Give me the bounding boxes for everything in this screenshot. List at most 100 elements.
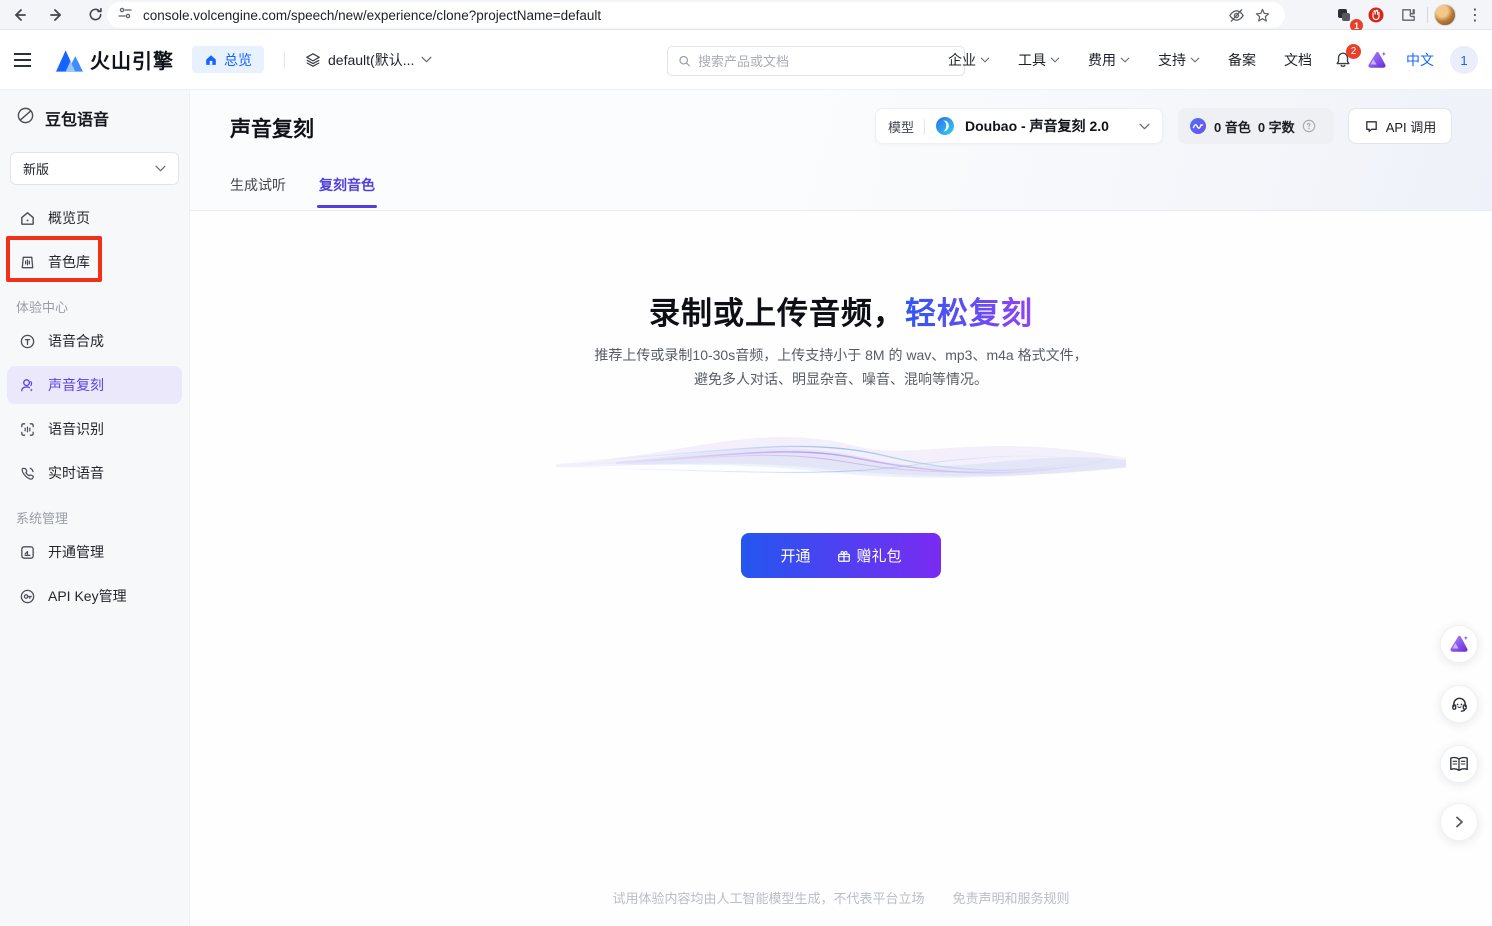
version-value: 新版 bbox=[23, 159, 49, 178]
sidebar-item-voice-clone[interactable]: 声音复刻 bbox=[7, 366, 182, 404]
model-selector-label: 模型 bbox=[888, 117, 914, 136]
bookmark-star-icon[interactable] bbox=[1249, 2, 1275, 28]
voice-clone-icon bbox=[18, 376, 36, 394]
url-text[interactable]: console.volcengine.com/speech/new/experi… bbox=[143, 8, 1223, 23]
divider bbox=[1427, 7, 1428, 23]
quota-wave-icon bbox=[1189, 117, 1207, 135]
menu-tools[interactable]: 工具 bbox=[1008, 50, 1070, 70]
menu-label: 备案 bbox=[1228, 50, 1256, 70]
hero-description-line1: 推荐上传或录制10-30s音频，上传支持小于 8M 的 wav、mp3、m4a … bbox=[190, 345, 1492, 365]
adblock-icon[interactable] bbox=[1363, 2, 1389, 28]
notification-badge: 2 bbox=[1346, 44, 1361, 59]
user-avatar[interactable]: 1 bbox=[1450, 46, 1478, 74]
floating-collapse-button[interactable] bbox=[1440, 803, 1478, 841]
app-top-navigation: 火山引擎 总览 default(默认... 企业 工具 费 bbox=[0, 30, 1492, 90]
volcengine-logo[interactable]: 火山引擎 bbox=[56, 45, 174, 74]
chevron-down-icon bbox=[1120, 57, 1130, 63]
hero-title: 录制或上传音频，轻松复刻 bbox=[190, 288, 1492, 333]
menu-support[interactable]: 支持 bbox=[1148, 50, 1210, 70]
model-selector[interactable]: 模型 Doubao - 声音复刻 2.0 bbox=[875, 108, 1163, 144]
sidebar-item-label: 实时语音 bbox=[48, 463, 104, 483]
voice-library-icon bbox=[18, 253, 36, 271]
menu-filing[interactable]: 备案 bbox=[1218, 50, 1266, 70]
sidebar-section-system: 系统管理 bbox=[16, 508, 189, 527]
menu-billing[interactable]: 费用 bbox=[1078, 50, 1140, 70]
chevron-down-icon bbox=[1190, 57, 1200, 63]
api-call-label: API 调用 bbox=[1386, 117, 1437, 136]
sidebar-item-label: 开通管理 bbox=[48, 542, 104, 562]
version-selector[interactable]: 新版 bbox=[10, 152, 179, 185]
ai-assistant-icon[interactable] bbox=[1364, 47, 1390, 73]
sidebar: 豆包语音 新版 概览页 音色库 体验中心 语音合成 bbox=[0, 90, 190, 926]
menu-enterprise[interactable]: 企业 bbox=[938, 50, 1000, 70]
doubao-voice-icon bbox=[16, 106, 35, 130]
chevron-down-icon bbox=[421, 56, 432, 63]
overview-button[interactable]: 总览 bbox=[192, 46, 264, 73]
sidebar-item-activation-management[interactable]: 开通管理 bbox=[7, 533, 182, 571]
browser-address-bar[interactable]: console.volcengine.com/speech/new/experi… bbox=[107, 2, 1285, 28]
sidebar-item-realtime-voice[interactable]: 实时语音 bbox=[7, 454, 182, 492]
home-icon bbox=[18, 209, 36, 227]
api-chat-icon bbox=[1364, 119, 1379, 134]
browser-profile-avatar[interactable] bbox=[1434, 4, 1456, 26]
activate-label: 开通 bbox=[780, 545, 810, 566]
language-switcher[interactable]: 中文 bbox=[1398, 50, 1442, 70]
sidebar-item-label: API Key管理 bbox=[48, 586, 127, 606]
activate-button[interactable]: 开通 赠礼包 bbox=[741, 533, 941, 578]
home-icon bbox=[204, 53, 218, 67]
menu-label: 支持 bbox=[1158, 50, 1186, 70]
floating-support-button[interactable] bbox=[1440, 685, 1478, 723]
eye-hidden-icon[interactable] bbox=[1223, 2, 1249, 28]
divider bbox=[284, 51, 285, 69]
sidebar-item-speech-recognition[interactable]: 语音识别 bbox=[7, 410, 182, 448]
tab-generate-preview[interactable]: 生成试听 bbox=[230, 175, 286, 208]
menu-label: 企业 bbox=[948, 50, 976, 70]
realtime-voice-icon bbox=[18, 464, 36, 482]
divider bbox=[190, 210, 1492, 211]
search-box[interactable] bbox=[667, 46, 965, 76]
site-settings-icon[interactable] bbox=[117, 5, 133, 26]
search-input[interactable] bbox=[698, 54, 954, 69]
api-key-icon bbox=[18, 587, 36, 605]
project-selector[interactable]: default(默认... bbox=[305, 50, 432, 70]
browser-forward-icon[interactable] bbox=[44, 2, 70, 28]
sidebar-item-overview[interactable]: 概览页 bbox=[7, 199, 182, 237]
gift-label: 赠礼包 bbox=[857, 545, 902, 566]
sidebar-section-experience: 体验中心 bbox=[16, 297, 189, 316]
volcengine-mountain-icon bbox=[56, 48, 83, 72]
tab-clone-voice[interactable]: 复刻音色 bbox=[319, 175, 375, 208]
screen: console.volcengine.com/speech/new/experi… bbox=[0, 0, 1492, 926]
api-call-button[interactable]: API 调用 bbox=[1348, 108, 1452, 144]
browser-toolbar: console.volcengine.com/speech/new/experi… bbox=[0, 0, 1492, 30]
footer-terms-link[interactable]: 免责声明和服务规则 bbox=[953, 891, 1070, 906]
floating-ai-assistant-button[interactable] bbox=[1440, 625, 1478, 663]
floating-docs-button[interactable] bbox=[1440, 745, 1478, 783]
browser-menu-icon[interactable]: ⋮ bbox=[1462, 2, 1488, 28]
chevron-down-icon bbox=[1050, 57, 1060, 63]
browser-back-icon[interactable] bbox=[6, 2, 32, 28]
hamburger-menu-icon[interactable] bbox=[10, 47, 36, 73]
sidebar-item-voice-library[interactable]: 音色库 bbox=[7, 243, 182, 281]
chevron-down-icon bbox=[155, 165, 166, 172]
layers-icon bbox=[305, 52, 321, 68]
divider bbox=[924, 119, 925, 134]
help-icon[interactable] bbox=[1302, 119, 1316, 133]
usage-quota-badge[interactable]: 0 音色 0 字数 bbox=[1178, 108, 1334, 144]
hero-section: 录制或上传音频，轻松复刻 推荐上传或录制10-30s音频，上传支持小于 8M 的… bbox=[190, 288, 1492, 390]
sidebar-item-label: 声音复刻 bbox=[48, 375, 104, 395]
browser-refresh-icon[interactable] bbox=[82, 2, 108, 28]
sidebar-item-api-key-management[interactable]: API Key管理 bbox=[7, 577, 182, 615]
hero-title-gradient: 轻松复刻 bbox=[905, 296, 1033, 331]
chevron-down-icon bbox=[980, 57, 990, 63]
extension-icon[interactable]: 1 bbox=[1331, 2, 1357, 28]
sidebar-item-label: 语音合成 bbox=[48, 331, 104, 351]
chevron-right-icon bbox=[1453, 816, 1465, 828]
hero-description-line2: 避免多人对话、明显杂音、噪音、混响等情况。 bbox=[190, 369, 1492, 389]
notifications-button[interactable]: 2 bbox=[1330, 47, 1356, 73]
extensions-puzzle-icon[interactable] bbox=[1395, 2, 1421, 28]
headset-icon bbox=[1450, 695, 1469, 714]
project-selector-value: default(默认... bbox=[328, 50, 414, 70]
sidebar-item-speech-synthesis[interactable]: 语音合成 bbox=[7, 322, 182, 360]
menu-docs[interactable]: 文档 bbox=[1274, 50, 1322, 70]
model-selector-value: Doubao - 声音复刻 2.0 bbox=[965, 116, 1129, 136]
